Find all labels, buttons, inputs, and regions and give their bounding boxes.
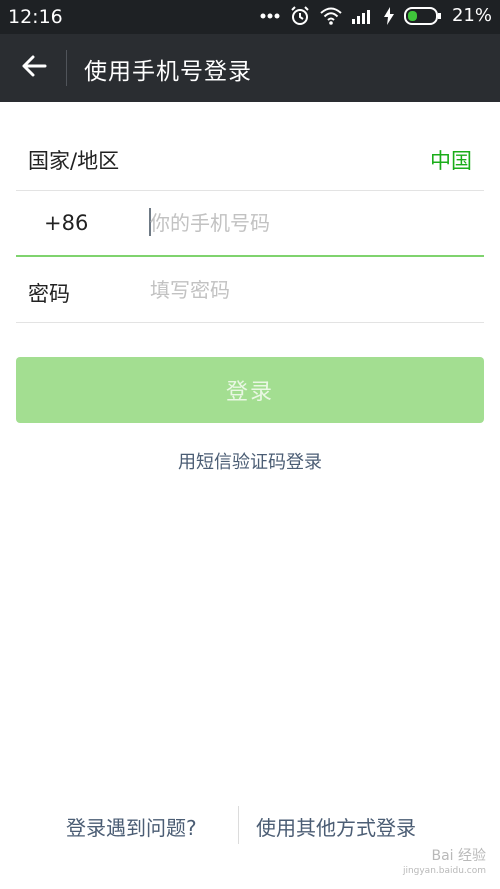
other-login-methods-link[interactable]: 使用其他方式登录 [256,812,416,841]
battery-icon [403,6,442,25]
login-problem-link[interactable]: 登录遇到问题? [66,812,197,841]
charging-icon [383,6,394,25]
phone-input[interactable] [150,205,470,241]
status-time: 12:16 [8,6,63,28]
status-bar: 12:16 21% [0,0,500,34]
watermark-sub: jingyan.baidu.com [402,866,486,876]
wifi-icon [320,7,342,25]
alarm-icon [290,5,310,26]
country-selector[interactable]: 国家/地区 中国 [16,124,484,191]
sms-login-link[interactable]: 用短信验证码登录 [0,448,500,474]
password-row: 密码 [16,258,484,323]
country-label: 国家/地区 [28,149,120,173]
watermark-text: Bai 经验 [431,848,486,864]
phone-row: +86 [16,191,484,257]
country-code[interactable]: +86 [44,211,88,235]
password-input[interactable] [150,272,470,308]
country-value: 中国 [430,149,472,173]
status-icons: 21% [260,5,492,26]
footer: 登录遇到问题? 使用其他方式登录 [0,806,500,846]
more-dots-icon [260,12,280,20]
back-arrow-icon [21,55,47,81]
app-header: 使用手机号登录 [0,34,500,102]
login-button[interactable]: 登录 [16,357,484,423]
password-label: 密码 [28,282,70,306]
baidu-watermark: Bai 经验 jingyan.baidu.com [403,849,486,879]
header-divider [66,50,67,86]
page-title: 使用手机号登录 [84,59,252,85]
back-button[interactable] [14,52,54,84]
battery-percent: 21% [451,5,492,26]
signal-icon [351,8,374,24]
footer-divider [238,806,239,844]
